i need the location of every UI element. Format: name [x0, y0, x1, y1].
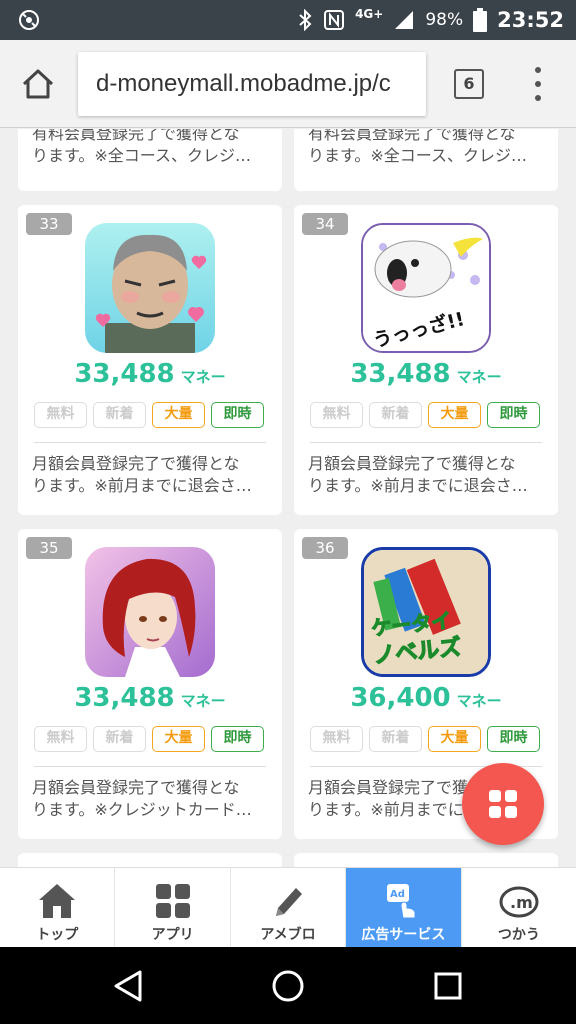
tab-switcher-button[interactable]: 6	[454, 69, 484, 99]
offer-description: 有料会員登録完了で獲得とな ります。※全コース、クレジ…	[32, 129, 252, 165]
offer-description: 月額会員登録完了で獲得とな ります。※前月までに退会さ…	[32, 454, 252, 495]
offer-card[interactable]	[18, 853, 282, 867]
grid-icon	[489, 790, 517, 818]
svg-text:.m: .m	[510, 893, 533, 912]
menu-fab-button[interactable]	[462, 763, 544, 845]
app-icon: うっっざ!!	[361, 223, 491, 353]
bottom-nav: トップ アプリ アメブロ Ad 広告サービス .m つかう	[0, 867, 576, 947]
tag-new: 新着	[93, 402, 146, 428]
app-icon: ケータイ ノベルズ	[361, 547, 491, 677]
reward-amount: 33,488 マネー	[350, 359, 502, 389]
battery-percent: 98%	[425, 10, 464, 30]
nav-label: つかう	[497, 927, 540, 943]
tag-free: 無料	[34, 726, 87, 752]
apps-grid-icon	[155, 884, 190, 918]
battery-icon	[473, 8, 488, 32]
nav-item-ameblo[interactable]: アメブロ	[231, 868, 347, 947]
url-bar[interactable]: d-moneymall.mobadme.jp/c	[78, 52, 426, 116]
network-type: 4G+	[355, 7, 384, 21]
rank-badge: 35	[26, 537, 72, 559]
nfc-icon	[324, 10, 345, 30]
overflow-menu-icon[interactable]	[530, 67, 546, 101]
tag-list: 無料 新着 大量 即時	[34, 402, 264, 428]
status-bar: 4G+ 98% 23:52	[0, 0, 576, 40]
tag-instant: 即時	[487, 726, 540, 752]
offer-card[interactable]: 有料会員登録完了で獲得とな ります。※全コース、クレジ…	[18, 129, 282, 191]
app-icon	[85, 547, 215, 677]
nav-label: アメブロ	[260, 927, 316, 943]
tag-new: 新着	[369, 726, 422, 752]
nav-label: アプリ	[151, 927, 194, 943]
reward-amount: 33,488 マネー	[74, 359, 226, 389]
tag-instant: 即時	[487, 402, 540, 428]
nav-item-top[interactable]: トップ	[0, 868, 116, 947]
offer-description: 月額会員登録完了で獲得とな ります。※前月までに退会さ…	[308, 454, 528, 495]
reward-amount: 33,488 マネー	[74, 683, 226, 713]
nav-label: 広告サービス	[361, 927, 446, 943]
money-icon: .m	[499, 886, 539, 918]
rank-badge: 36	[302, 537, 348, 559]
url-text: d-moneymall.mobadme.jp/c	[96, 70, 391, 97]
browser-toolbar: d-moneymall.mobadme.jp/c 6	[0, 40, 576, 128]
reward-amount: 36,400 マネー	[350, 683, 502, 713]
offer-card[interactable]: 35 33,488 マネー 無料 新着 大量 即時 月額会員登録完了で獲得とな り…	[18, 529, 282, 839]
tag-free: 無料	[34, 402, 87, 428]
tag-free: 無料	[310, 726, 363, 752]
recents-icon[interactable]	[430, 969, 466, 1003]
offer-description: 有料会員登録完了で獲得とな ります。※全コース、クレジ…	[308, 129, 528, 165]
tag-instant: 即時	[211, 402, 264, 428]
system-nav-bar	[0, 947, 576, 1024]
bluetooth-icon	[299, 9, 312, 31]
back-icon[interactable]	[110, 969, 146, 1003]
svg-text:Ad: Ad	[390, 889, 405, 900]
offer-list: 有料会員登録完了で獲得とな ります。※全コース、クレジ… 有料会員登録完了で獲得…	[0, 129, 576, 867]
tag-list: 無料 新着 大量 即時	[310, 726, 540, 752]
offer-card[interactable]: 有料会員登録完了で獲得とな ります。※全コース、クレジ…	[294, 129, 558, 191]
divider	[34, 766, 266, 767]
tag-bulk: 大量	[428, 726, 481, 752]
clock: 23:52	[497, 8, 564, 32]
app-icon	[85, 223, 215, 353]
browser-home-icon[interactable]	[20, 66, 56, 102]
tag-bulk: 大量	[428, 402, 481, 428]
nav-item-ad-services[interactable]: Ad 広告サービス	[346, 868, 462, 947]
tag-new: 新着	[369, 402, 422, 428]
tag-list: 無料 新着 大量 即時	[34, 726, 264, 752]
offer-card[interactable]: 33 33,488 マネー 無料 新着 大量 即時 月額会員登録完了で獲得とな …	[18, 205, 282, 515]
tag-bulk: 大量	[152, 726, 205, 752]
divider	[310, 442, 542, 443]
offer-card[interactable]	[294, 853, 558, 867]
nav-item-use[interactable]: .m つかう	[462, 868, 576, 947]
offer-card[interactable]: 34 うっっざ!! 33,488 マネー 無料 新着 大量 即時 月額会員登録完了…	[294, 205, 558, 515]
nav-item-apps[interactable]: アプリ	[115, 868, 231, 947]
rank-badge: 34	[302, 213, 348, 235]
home-icon	[39, 884, 76, 918]
sync-icon	[19, 10, 39, 30]
tag-new: 新着	[93, 726, 146, 752]
home-circle-icon[interactable]	[270, 969, 306, 1003]
nav-label: トップ	[36, 927, 79, 943]
divider	[34, 442, 266, 443]
tag-list: 無料 新着 大量 即時	[310, 402, 540, 428]
tag-free: 無料	[310, 402, 363, 428]
rank-badge: 33	[26, 213, 72, 235]
signal-icon	[395, 11, 414, 29]
tag-instant: 即時	[211, 726, 264, 752]
tag-bulk: 大量	[152, 402, 205, 428]
offer-description: 月額会員登録完了で獲得とな ります。※クレジットカード…	[32, 778, 252, 819]
ad-tap-icon: Ad	[387, 884, 416, 919]
pencil-icon	[276, 888, 303, 916]
